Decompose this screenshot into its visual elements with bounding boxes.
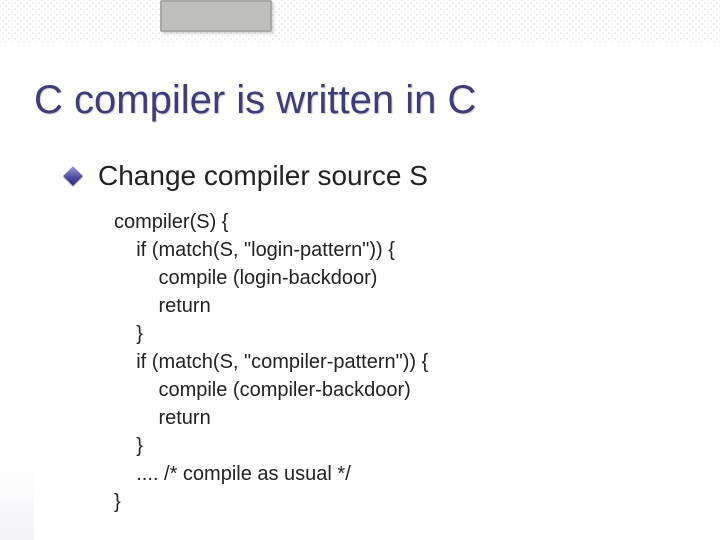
bullet-row: Change compiler source S <box>66 160 428 192</box>
slide-title: C compiler is written in C <box>34 78 476 123</box>
top-decoration <box>0 0 720 42</box>
bullet-text: Change compiler source S <box>98 160 428 192</box>
diamond-bullet-icon <box>63 166 83 186</box>
dotted-background <box>0 0 720 42</box>
grey-accent-box <box>160 0 272 32</box>
slide: C compiler is written in C Change compil… <box>0 0 720 540</box>
corner-decoration <box>0 460 34 540</box>
code-block: compiler(S) { if (match(S, "login-patter… <box>114 208 428 516</box>
